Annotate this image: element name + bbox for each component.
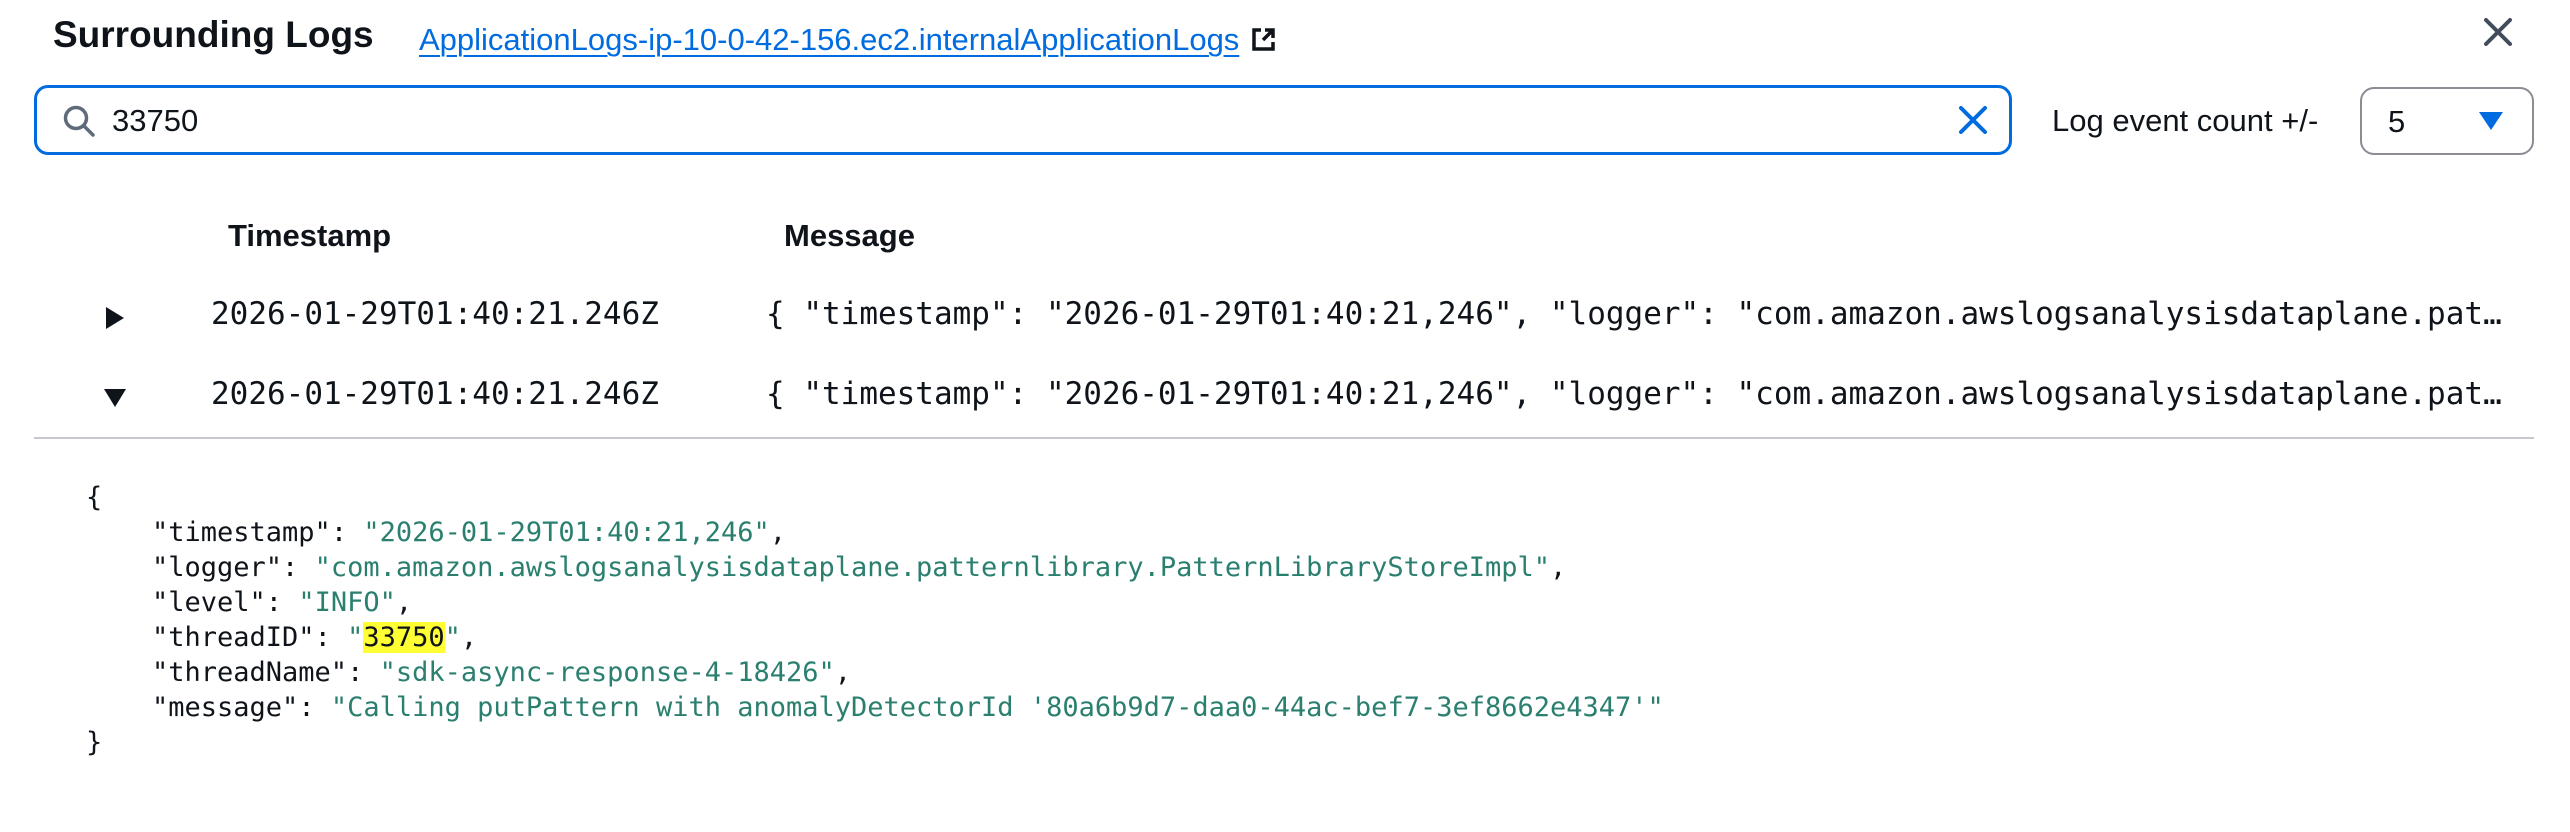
row-timestamp: 2026-01-29T01:40:21.246Z <box>211 296 659 332</box>
row-message: { "timestamp": "2026-01-29T01:40:21,246"… <box>766 376 2506 412</box>
json-value: INFO <box>314 587 380 618</box>
json-key: "threadName" <box>152 657 348 688</box>
column-header-message[interactable]: Message <box>784 218 915 254</box>
json-value: 2026-01-29T01:40:21,246 <box>379 517 754 548</box>
clear-search-button[interactable] <box>1954 101 1992 139</box>
json-close-brace: } <box>86 727 103 758</box>
close-icon <box>2484 18 2512 46</box>
search-icon <box>62 104 96 138</box>
expanded-log-detail: { "timestamp": "2026-01-29T01:40:21,246"… <box>86 482 1664 762</box>
json-field-timestamp: "timestamp": "2026-01-29T01:40:21,246", <box>152 517 786 548</box>
log-group-link[interactable]: ApplicationLogs-ip-10-0-42-156.ec2.inter… <box>419 22 1277 58</box>
json-open-brace: { <box>86 482 103 513</box>
json-key: "threadID" <box>152 622 315 653</box>
external-link-icon <box>1249 26 1277 54</box>
json-key: "message" <box>152 692 299 723</box>
caret-right-icon[interactable] <box>102 305 128 331</box>
json-field-level: "level": "INFO", <box>152 587 413 618</box>
modal-title: Surrounding Logs <box>53 14 374 55</box>
row-divider <box>34 437 2534 439</box>
row-message: { "timestamp": "2026-01-29T01:40:21,246"… <box>766 296 2506 332</box>
json-key: "logger" <box>152 552 283 583</box>
caret-down-icon[interactable] <box>102 385 128 411</box>
clear-icon <box>1959 106 1987 134</box>
json-field-threadname: "threadName": "sdk-async-response-4-1842… <box>152 657 852 688</box>
search-match-highlight: 33750 <box>363 622 445 653</box>
json-key: "timestamp" <box>152 517 331 548</box>
json-field-message: "message": "Calling putPattern with anom… <box>152 692 1664 723</box>
json-value: com.amazon.awslogsanalysisdataplane.patt… <box>330 552 1534 583</box>
caret-down-icon <box>2477 110 2505 132</box>
log-group-link-label: ApplicationLogs-ip-10-0-42-156.ec2.inter… <box>419 22 1240 57</box>
close-button[interactable] <box>2478 12 2518 52</box>
log-event-count-select[interactable] <box>2360 87 2534 155</box>
json-value: sdk-async-response-4-18426 <box>395 657 819 688</box>
log-event-count-value: 5 <box>2388 104 2406 139</box>
json-field-logger: "logger": "com.amazon.awslogsanalysisdat… <box>152 552 1567 583</box>
search-input[interactable] <box>112 96 1932 146</box>
log-event-count-label: Log event count +/- <box>2052 103 2319 138</box>
column-header-timestamp[interactable]: Timestamp <box>228 218 391 254</box>
row-timestamp: 2026-01-29T01:40:21.246Z <box>211 376 659 412</box>
json-value: Calling putPattern with anomalyDetectorI… <box>347 692 1648 723</box>
json-key: "level" <box>152 587 266 618</box>
json-field-threadid: "threadID": "33750", <box>152 622 478 653</box>
